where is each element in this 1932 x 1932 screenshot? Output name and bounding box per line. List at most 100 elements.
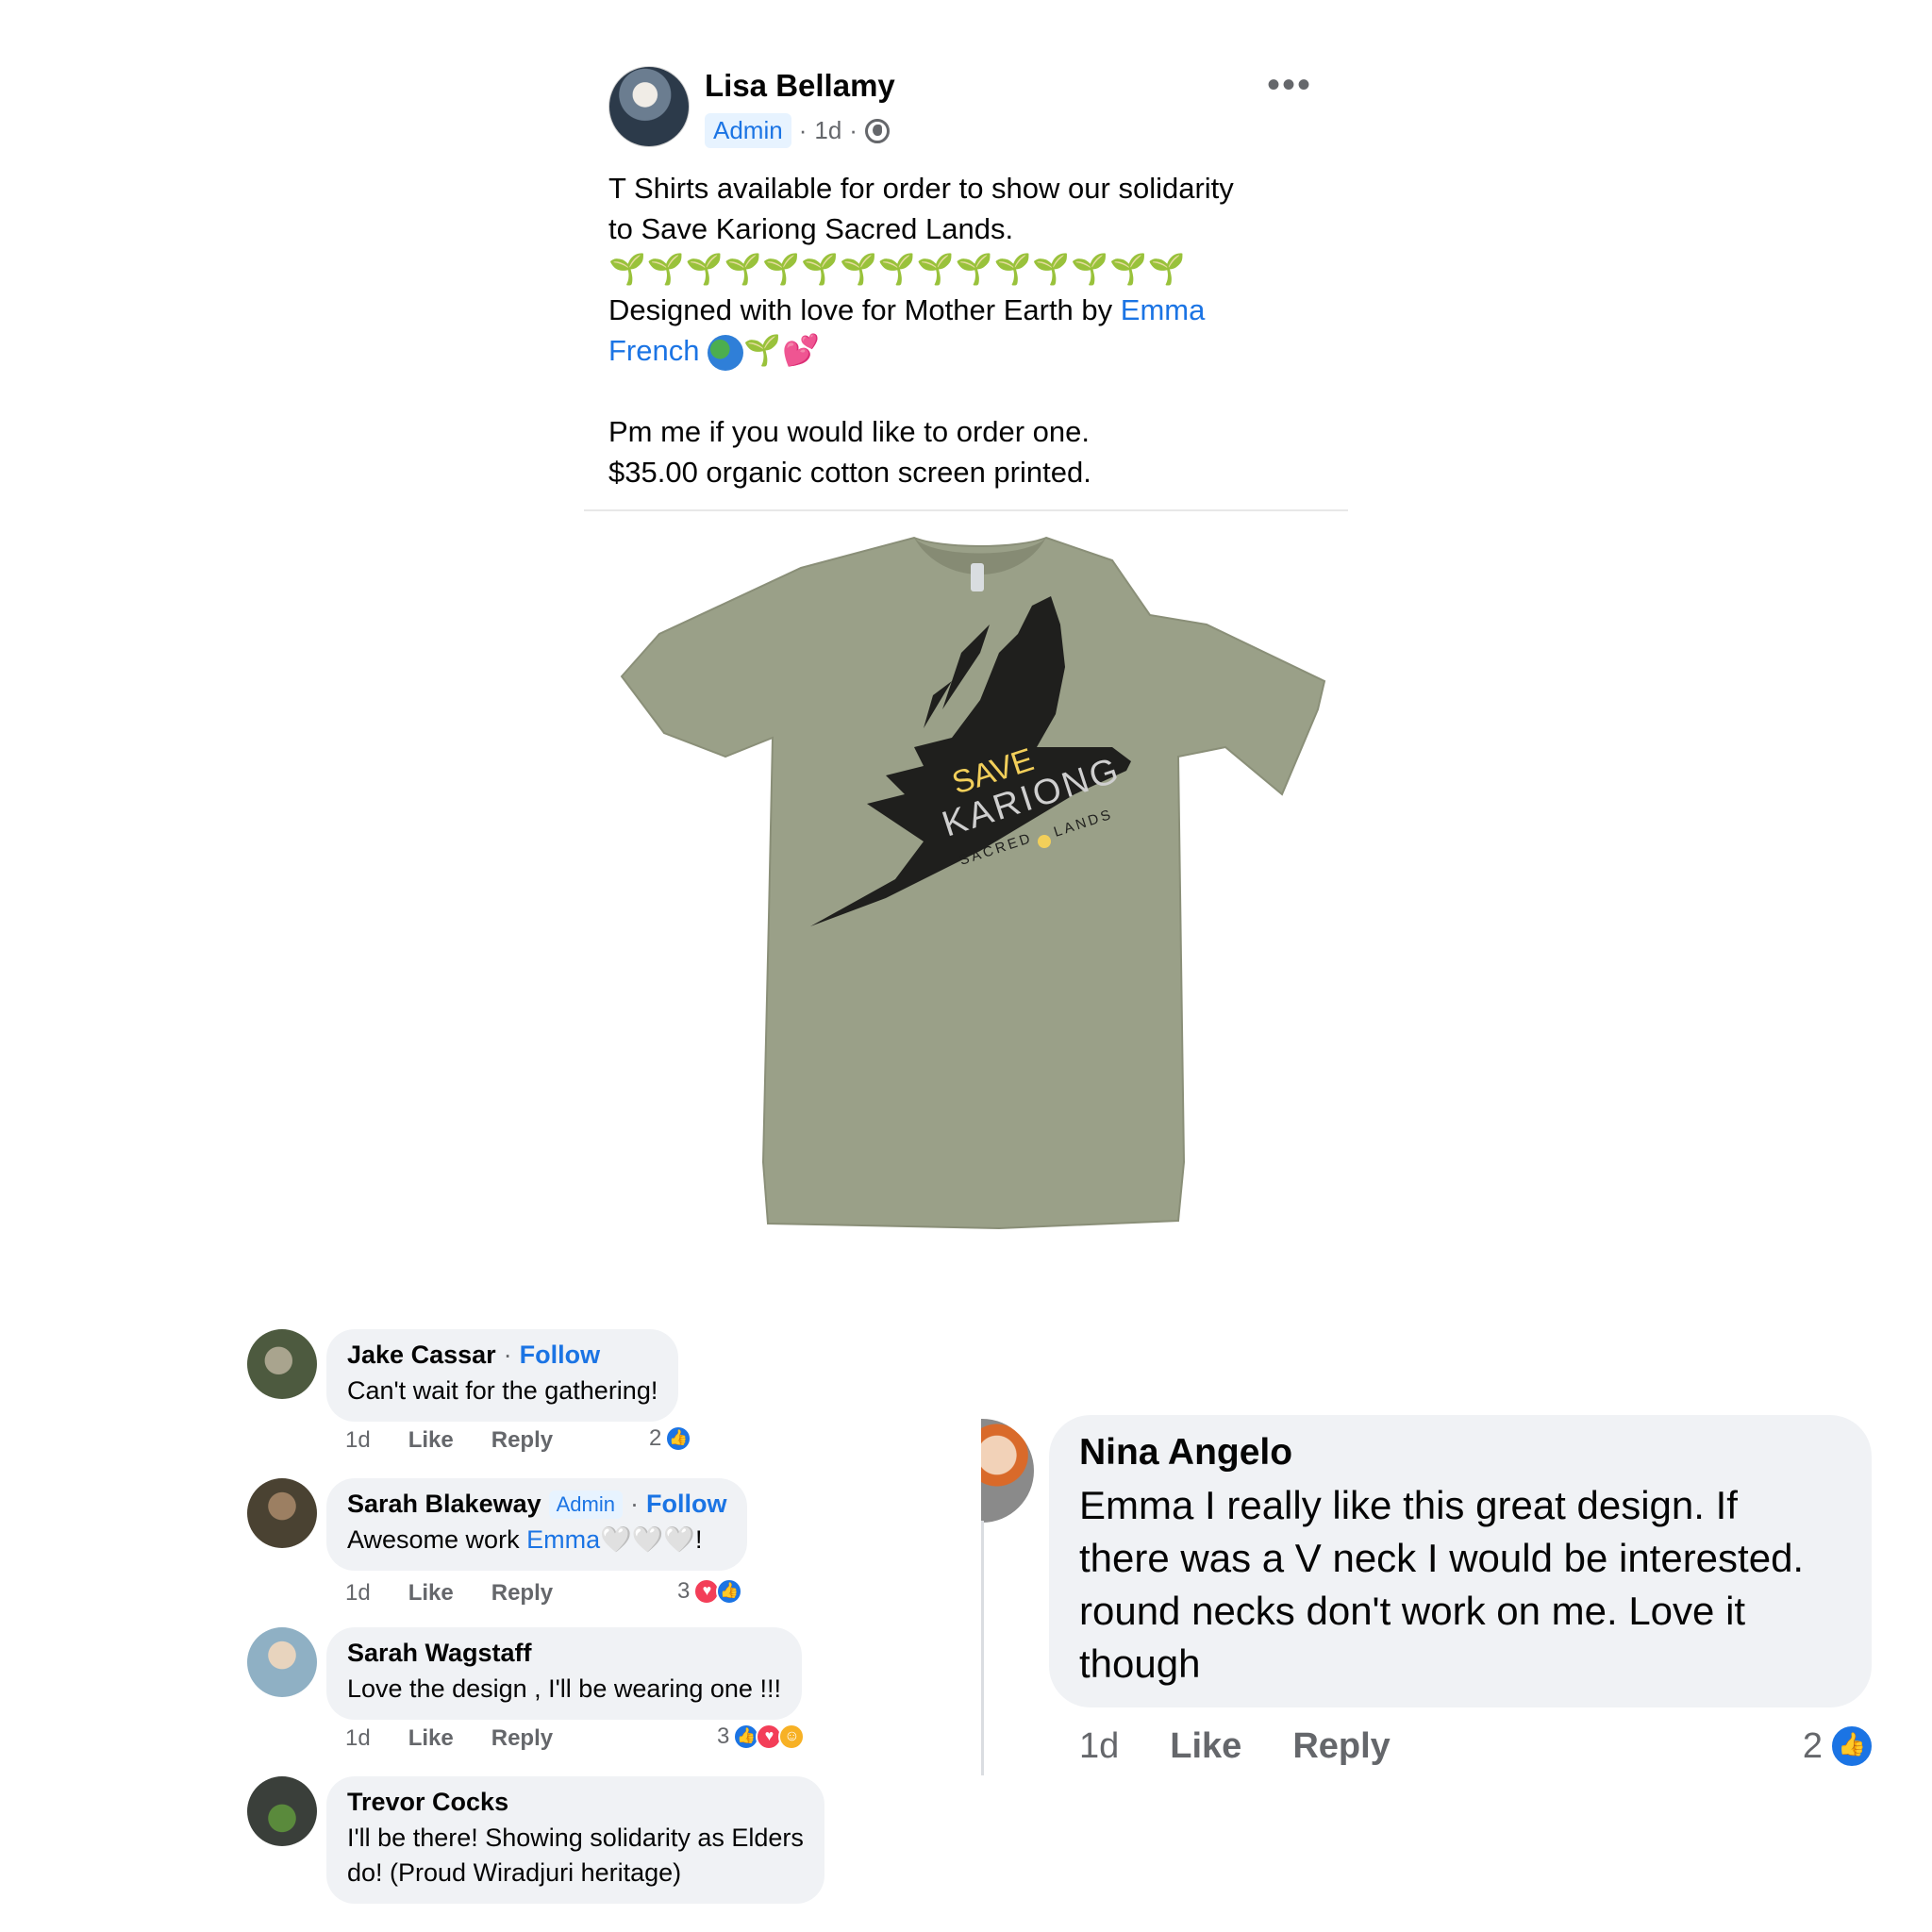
comment-text-line: there was a V neck I would be interested… (1079, 1536, 1805, 1580)
post-author-name[interactable]: Lisa Bellamy (705, 68, 895, 104)
like-button[interactable]: Like (408, 1427, 454, 1454)
post-header: Lisa Bellamy Admin · 1d · ••• (608, 66, 1325, 151)
comment-time[interactable]: 1d (1079, 1726, 1119, 1767)
post-body: T Shirts available for order to show our… (608, 168, 1325, 492)
post-line: to Save Kariong Sacred Lands. (608, 212, 1014, 245)
screenshot-canvas: Lisa Bellamy Admin · 1d · ••• T Shirts a… (0, 0, 1932, 1932)
follow-button[interactable]: Follow (646, 1490, 726, 1519)
comment-author-row: Sarah Wagstaff (347, 1639, 781, 1668)
comment-text: Can't wait for the gathering! (347, 1376, 658, 1405)
author-avatar[interactable] (608, 66, 690, 147)
avatar[interactable] (981, 1419, 1034, 1523)
comment-time[interactable]: 1d (345, 1725, 371, 1752)
comment-text-span: Awesome work (347, 1525, 527, 1554)
comment-bubble: Trevor Cocks I'll be there! Showing soli… (326, 1776, 824, 1904)
like-button[interactable]: Like (408, 1725, 454, 1752)
comment-bubble: Sarah Blakeway Admin · Follow Awesome wo… (326, 1478, 748, 1571)
emma-mention-link[interactable]: Emma (1121, 293, 1206, 326)
avatar[interactable] (247, 1776, 317, 1846)
meta-separator: · (849, 116, 858, 144)
reply-button[interactable]: Reply (491, 1725, 553, 1752)
french-mention-link[interactable]: French (608, 334, 699, 367)
comment-text: Emma I really like this great design. If… (1079, 1479, 1841, 1690)
reply-button[interactable]: Reply (1292, 1726, 1390, 1767)
comment-actions: 1d Like Reply (345, 1725, 553, 1752)
reaction-count: 3 (677, 1578, 691, 1604)
comment-text-line: I'll be there! Showing solidarity as Eld… (347, 1824, 804, 1852)
comment-text: I'll be there! Showing solidarity as Eld… (347, 1821, 804, 1890)
reply-button[interactable]: Reply (491, 1427, 553, 1454)
avatar[interactable] (247, 1478, 317, 1548)
avatar[interactable] (247, 1329, 317, 1399)
reaction-summary[interactable]: 2 👍 (649, 1425, 692, 1452)
admin-badge: Admin (548, 1490, 623, 1519)
comment-time[interactable]: 1d (345, 1427, 371, 1454)
admin-badge: Admin (705, 113, 791, 148)
sprout-emojis: 🌱🌱🌱🌱🌱🌱🌱🌱🌱🌱🌱🌱🌱🌱🌱 (608, 252, 1187, 286)
comment-bubble: Sarah Wagstaff Love the design , I'll be… (326, 1627, 802, 1720)
like-button[interactable]: Like (1170, 1726, 1241, 1767)
heart-emoji: 💕 (781, 333, 820, 367)
separator: · (629, 1490, 639, 1518)
comment-text-line: round necks don't work on me. Love it (1079, 1589, 1746, 1633)
emma-mention-link[interactable]: Emma (526, 1525, 600, 1554)
post-line: T Shirts available for order to show our… (608, 172, 1234, 205)
more-options-icon[interactable]: ••• (1267, 66, 1312, 104)
comment-bubble: Nina Angelo Emma I really like this grea… (1049, 1415, 1872, 1707)
comment-bubble: Jake Cassar · Follow Can't wait for the … (326, 1329, 679, 1422)
reaction-count: 2 (649, 1425, 662, 1451)
comment-text-line: Emma I really like this great design. If (1079, 1483, 1738, 1527)
comment-author-row: Sarah Blakeway Admin · Follow (347, 1490, 726, 1519)
reaction-summary[interactable]: 3 ♥ 👍 (677, 1578, 743, 1605)
sprout-emoji: 🌱 (743, 333, 782, 367)
comment-actions: 1d Like Reply (345, 1427, 553, 1454)
comments-panel: Jake Cassar · Follow Can't wait for the … (226, 1316, 883, 1904)
separator: · (503, 1341, 512, 1369)
comment-author[interactable]: Sarah Blakeway (347, 1490, 541, 1519)
comment-time[interactable]: 1d (345, 1580, 371, 1607)
post-line: Pm me if you would like to order one. (608, 415, 1091, 448)
comment-nina-angelo: Nina Angelo Emma I really like this grea… (981, 1407, 1902, 1787)
comment-author[interactable]: Jake Cassar (347, 1341, 496, 1370)
post-line: Designed with love for Mother Earth by E… (608, 290, 1325, 330)
comment-text-line: though (1079, 1641, 1201, 1686)
like-button[interactable]: Like (408, 1580, 454, 1607)
thread-line (981, 1521, 984, 1775)
shirt-hand-symbol (1038, 835, 1051, 848)
post-text-span: Designed with love for Mother Earth by (608, 293, 1121, 326)
post-line: $35.00 organic cotton screen printed. (608, 456, 1091, 489)
post-line: French 🌱💕 (608, 330, 1325, 371)
reaction-count: 2 (1802, 1725, 1823, 1766)
post-meta: Admin · 1d · (705, 113, 890, 148)
follow-button[interactable]: Follow (520, 1341, 600, 1370)
comment-text-line: do! (Proud Wiradjuri heritage) (347, 1858, 682, 1887)
comment-actions: 1d Like Reply (1079, 1726, 1391, 1767)
tshirt-photo[interactable]: SAVE KARIONG SACRED LANDS (584, 511, 1348, 1272)
comment-text: Love the design , I'll be wearing one !!… (347, 1674, 781, 1703)
comment-author[interactable]: Sarah Wagstaff (347, 1639, 532, 1668)
reaction-summary[interactable]: 3 👍 ♥ ☺ (717, 1724, 806, 1750)
shirt-tag (971, 563, 984, 591)
comment-author[interactable]: Trevor Cocks (347, 1788, 508, 1817)
care-icon: ☺ (778, 1724, 806, 1750)
comment-text: Awesome work Emma🤍🤍🤍! (347, 1523, 726, 1557)
comment-author-row: Trevor Cocks (347, 1788, 804, 1817)
comment-text-span: 🤍🤍🤍! (600, 1525, 703, 1554)
globe-icon (864, 118, 890, 143)
comment-author-row: Jake Cassar · Follow (347, 1341, 658, 1370)
thumbs-up-icon: 👍 (665, 1425, 692, 1452)
avatar[interactable] (247, 1627, 317, 1697)
post-time[interactable]: 1d (814, 116, 841, 145)
comment-author[interactable]: Nina Angelo (1079, 1432, 1841, 1474)
reply-button[interactable]: Reply (491, 1580, 553, 1607)
thumbs-up-icon: 👍 (716, 1578, 743, 1605)
thumbs-up-icon: 👍 (1830, 1724, 1874, 1768)
comment-actions: 1d Like Reply (345, 1580, 553, 1607)
meta-separator: · (798, 116, 808, 144)
reaction-summary[interactable]: 2 👍 (1803, 1724, 1874, 1768)
tshirt-illustration: SAVE KARIONG SACRED LANDS (620, 536, 1326, 1230)
reaction-count: 3 (717, 1724, 730, 1749)
facebook-post: Lisa Bellamy Admin · 1d · ••• T Shirts a… (584, 49, 1348, 1272)
earth-globe-emoji (708, 334, 744, 371)
